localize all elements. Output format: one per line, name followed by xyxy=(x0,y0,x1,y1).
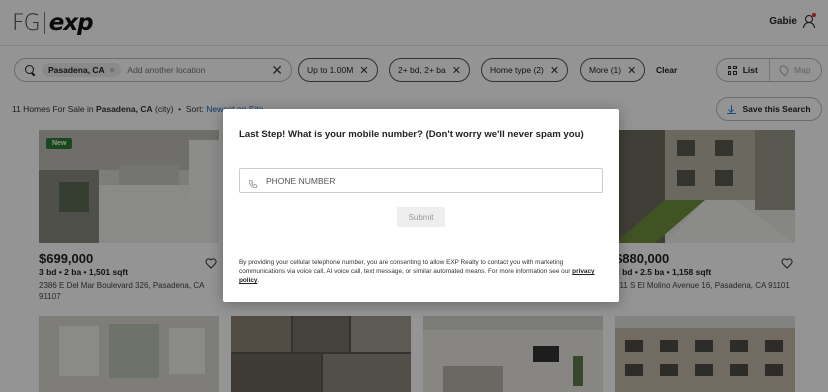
disclaimer-text: By providing your cellular telephone num… xyxy=(239,259,571,275)
phone-icon xyxy=(248,176,258,188)
phone-number-input[interactable] xyxy=(266,175,586,186)
disclaimer-end: . xyxy=(257,277,260,284)
phone-capture-modal: Last Step! What is your mobile number? (… xyxy=(223,109,619,302)
phone-number-field[interactable] xyxy=(239,168,603,193)
modal-title: Last Step! What is your mobile number? (… xyxy=(239,129,584,140)
consent-disclaimer: By providing your cellular telephone num… xyxy=(239,258,603,285)
page: FG exp Gabie Pasadena, CA ✕ ✕ Up to 1.00… xyxy=(0,0,828,392)
submit-button[interactable]: Submit xyxy=(397,207,445,227)
